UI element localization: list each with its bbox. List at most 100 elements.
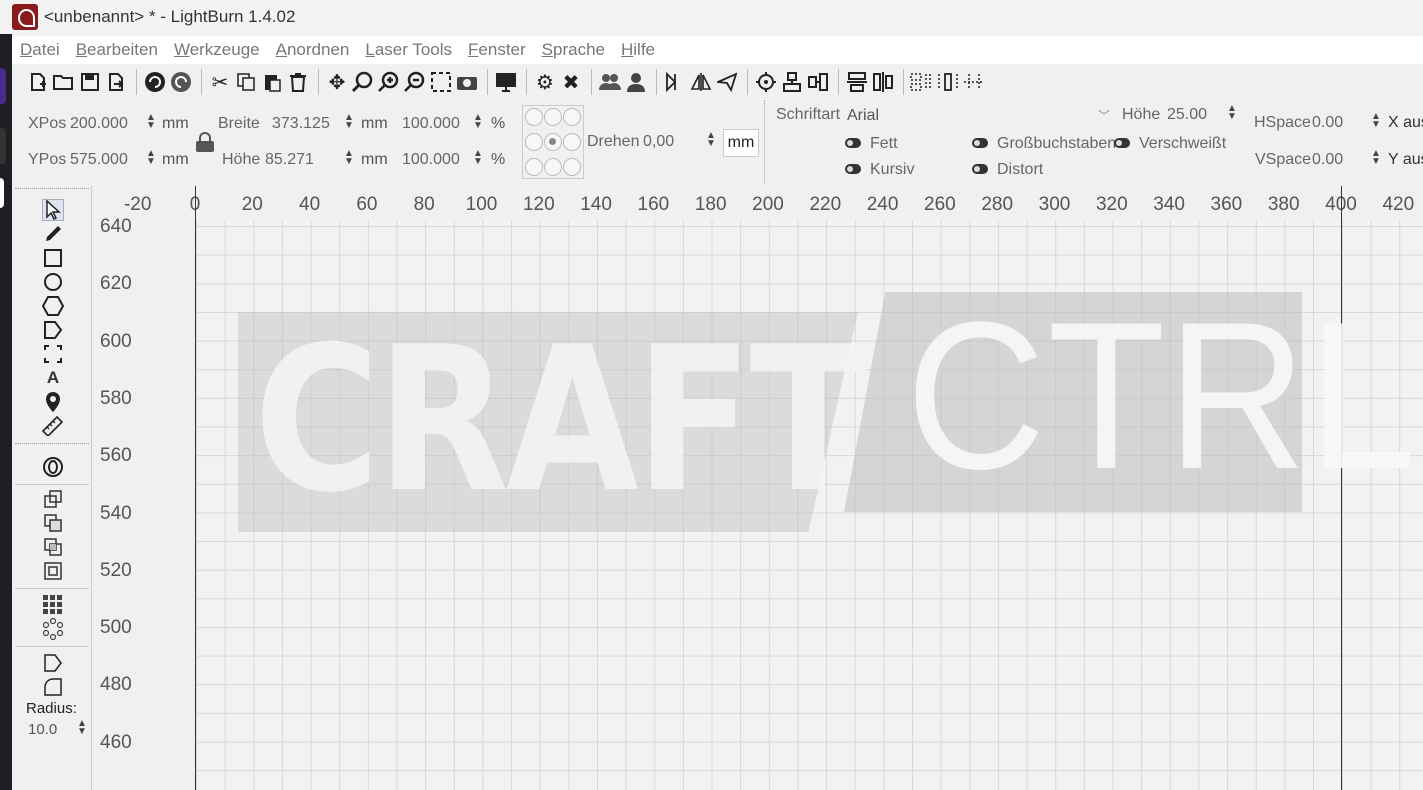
align-center-icon[interactable]: [780, 70, 804, 94]
distort-toggle[interactable]: [972, 164, 988, 174]
mirror-icon[interactable]: [689, 70, 713, 94]
camera-icon[interactable]: [455, 70, 479, 94]
anchor-top-center[interactable]: [544, 108, 562, 126]
zoom-in-icon[interactable]: [377, 70, 401, 94]
width-field[interactable]: 373.125: [272, 115, 330, 133]
weld-icon[interactable]: [42, 560, 64, 582]
menu-anordnen[interactable]: Anordnen: [276, 40, 350, 60]
distribute-horizontal-icon[interactable]: [871, 70, 895, 94]
fillet-icon[interactable]: [42, 676, 64, 698]
menu-werkzeuge[interactable]: Werkzeuge: [174, 40, 260, 60]
hspace-spinner[interactable]: ▲ ▼: [1371, 112, 1381, 131]
taskbar-app-icon[interactable]: [0, 68, 6, 104]
export-icon[interactable]: [104, 70, 128, 94]
settings-gear-icon[interactable]: ⚙: [533, 70, 557, 94]
anchor-top-right[interactable]: [563, 108, 581, 126]
font-height-field[interactable]: 25.00: [1167, 106, 1207, 124]
measure-tool-icon[interactable]: [42, 415, 64, 437]
paste-icon[interactable]: [260, 70, 284, 94]
boolean-subtract-icon[interactable]: [42, 512, 64, 534]
font-height-spinner[interactable]: ▲ ▼: [1227, 104, 1237, 123]
align-middle-icon[interactable]: [806, 70, 830, 94]
height-spinner[interactable]: ▲ ▼: [344, 149, 354, 168]
rotate-field[interactable]: 0,00: [643, 133, 674, 151]
select-tool-icon[interactable]: [42, 199, 64, 221]
space-horizontal-icon[interactable]: [910, 70, 934, 94]
menu-sprache[interactable]: Sprache: [542, 40, 605, 60]
italic-toggle[interactable]: [845, 164, 861, 174]
new-file-icon[interactable]: [26, 70, 50, 94]
zoom-out-icon[interactable]: [403, 70, 427, 94]
ypos-spinner[interactable]: ▲ ▼: [146, 149, 156, 168]
vspace-spinner[interactable]: ▲ ▼: [1371, 149, 1381, 168]
taskbar-app-icon[interactable]: [0, 128, 6, 164]
scale-y-spinner[interactable]: ▲ ▼: [473, 149, 483, 168]
caps-toggle[interactable]: [972, 138, 988, 148]
welded-toggle[interactable]: [1114, 138, 1130, 148]
anchor-middle-right[interactable]: [563, 133, 581, 151]
move-icon[interactable]: ✥: [325, 70, 349, 94]
lock-aspect-icon[interactable]: [196, 132, 214, 152]
hspace-field[interactable]: 0.00: [1312, 114, 1343, 132]
ellipse-tool-icon[interactable]: [42, 271, 64, 293]
scale-x-spinner[interactable]: ▲ ▼: [473, 113, 483, 132]
copy-icon[interactable]: [234, 70, 258, 94]
boolean-union-icon[interactable]: [42, 488, 64, 510]
radius-spinner[interactable]: ▲ ▼: [77, 719, 87, 738]
rectangle-tool-icon[interactable]: [42, 247, 64, 269]
menu-bearbeiten[interactable]: Bearbeiten: [76, 40, 158, 60]
y-align-select[interactable]: Y aus: [1388, 151, 1423, 169]
flip-horizontal-icon[interactable]: [663, 70, 687, 94]
monitor-icon[interactable]: [494, 70, 518, 94]
tools-wrench-icon[interactable]: ✖: [559, 70, 583, 94]
group-icon[interactable]: [598, 70, 622, 94]
space-between-icon[interactable]: [936, 70, 960, 94]
distribute-vertical-icon[interactable]: [845, 70, 869, 94]
anchor-bottom-right[interactable]: [563, 158, 581, 176]
menu-hilfe[interactable]: Hilfe: [621, 40, 655, 60]
corner-cut-icon[interactable]: [42, 652, 64, 674]
cut-icon[interactable]: ✂: [208, 70, 232, 94]
menu-fenster[interactable]: Fenster: [468, 40, 526, 60]
crosshair-icon[interactable]: [754, 70, 778, 94]
pen-tool-icon[interactable]: [42, 223, 64, 245]
menu-laser-tools[interactable]: Laser Tools: [365, 40, 452, 60]
space-even-icon[interactable]: [962, 70, 986, 94]
anchor-bottom-left[interactable]: [525, 158, 543, 176]
height-field[interactable]: 85.271: [265, 151, 314, 169]
width-spinner[interactable]: ▲ ▼: [344, 113, 354, 132]
radius-field[interactable]: 10.0: [28, 721, 57, 738]
circular-array-icon[interactable]: [42, 618, 64, 640]
zoom-fit-icon[interactable]: [351, 70, 375, 94]
anchor-top-left[interactable]: [525, 108, 543, 126]
xpos-field[interactable]: 200.000: [70, 115, 128, 133]
grid-array-icon[interactable]: [42, 594, 64, 616]
anchor-center[interactable]: [544, 133, 562, 151]
rotate-spinner[interactable]: ▲ ▼: [706, 131, 716, 150]
polygon-tool-icon[interactable]: [42, 295, 64, 317]
scale-y-field[interactable]: 100.000: [402, 151, 460, 169]
offset-tool-icon[interactable]: [42, 456, 64, 478]
scale-x-field[interactable]: 100.000: [402, 115, 460, 133]
menu-datei[interactable]: Datei: [20, 40, 60, 60]
edit-nodes-tool-icon[interactable]: [42, 319, 64, 341]
font-family-select[interactable]: Arial ﹀: [844, 105, 1116, 127]
vspace-field[interactable]: 0.00: [1312, 151, 1343, 169]
anchor-middle-left[interactable]: [525, 133, 543, 151]
anchor-bottom-center[interactable]: [544, 158, 562, 176]
open-folder-icon[interactable]: [52, 70, 76, 94]
xpos-spinner[interactable]: ▲ ▼: [146, 113, 156, 132]
ungroup-icon[interactable]: [624, 70, 648, 94]
undo-icon[interactable]: [143, 70, 167, 94]
bold-toggle[interactable]: [845, 138, 861, 148]
text-tool-icon[interactable]: A: [42, 367, 64, 389]
position-marker-icon[interactable]: [42, 391, 64, 413]
frame-tool-icon[interactable]: [42, 343, 64, 365]
ypos-field[interactable]: 575.000: [70, 151, 128, 169]
save-icon[interactable]: [78, 70, 102, 94]
delete-icon[interactable]: [286, 70, 310, 94]
boolean-intersect-icon[interactable]: [42, 536, 64, 558]
craft-ctrl-logo-artwork[interactable]: CRAFT CTRL: [238, 291, 1416, 532]
unit-mm-button[interactable]: mm: [723, 129, 759, 157]
redo-icon[interactable]: [169, 70, 193, 94]
